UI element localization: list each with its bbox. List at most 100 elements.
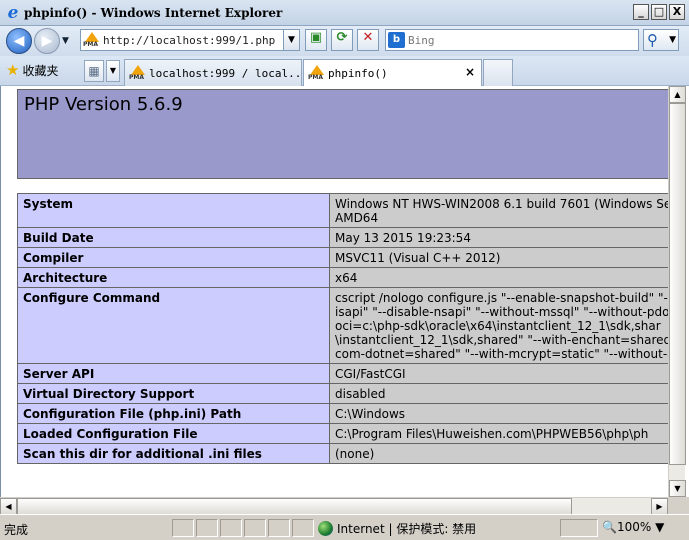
refresh-button[interactable]: ⟳ xyxy=(331,29,353,51)
close-tab-icon[interactable]: × xyxy=(465,65,475,79)
window-title: phpinfo() - Windows Internet Explorer xyxy=(24,6,283,20)
info-value-line: disabled xyxy=(335,387,386,401)
zoom-value: 100% xyxy=(616,520,652,534)
info-row: Server API CGI/FastCGI xyxy=(17,363,677,384)
info-value-line: isapi" "--disable-nsapi" "--without-mssq… xyxy=(335,305,677,319)
bing-logo-icon: b xyxy=(388,32,405,48)
zoom-level[interactable]: 🔍100% ▼ xyxy=(602,520,664,534)
globe-icon xyxy=(318,521,333,536)
page-viewport: PHP Version 5.6.9 System Windows NT HWS-W… xyxy=(0,86,689,514)
tab-localhost[interactable]: PMA localhost:999 / local... xyxy=(124,59,308,86)
maximize-button[interactable]: □ xyxy=(651,4,667,20)
php-version-heading: PHP Version 5.6.9 xyxy=(24,94,183,115)
info-key: Compiler xyxy=(17,247,330,268)
info-value-line: cscript /nologo configure.js "--enable-s… xyxy=(335,291,677,305)
scroll-down-button[interactable]: ▼ xyxy=(669,480,686,497)
info-value-line: C:\Windows xyxy=(335,407,406,421)
status-segment xyxy=(268,519,290,537)
compatibility-view-button[interactable]: ▣ xyxy=(305,29,327,51)
new-tab-button[interactable] xyxy=(483,59,513,86)
search-options-icon[interactable]: ▼ xyxy=(669,30,676,50)
scroll-up-button[interactable]: ▲ xyxy=(669,86,686,103)
navigation-bar: ◀ ▶ ▼ PMA http://localhost:999/1.php ▼ ▣… xyxy=(0,26,689,56)
ie-logo-icon: e xyxy=(7,3,19,23)
info-row: Compiler MSVC11 (Visual C++ 2012) xyxy=(17,247,677,268)
forward-button[interactable]: ▶ xyxy=(34,28,60,54)
close-window-button[interactable]: X xyxy=(669,4,685,20)
quick-tabs-button[interactable]: ▦ xyxy=(84,60,104,82)
phpmyadmin-favicon-icon: PMA xyxy=(129,65,147,81)
info-row: Loaded Configuration File C:\Program File… xyxy=(17,423,677,444)
status-bar: 完成 Internet | 保护模式: 禁用 🔍100% ▼ xyxy=(0,514,689,540)
zone-label: Internet | 保护模式: 禁用 xyxy=(337,522,477,536)
search-input[interactable]: Bing xyxy=(408,34,435,47)
status-segment xyxy=(172,519,194,537)
tab-label: phpinfo() xyxy=(328,67,388,80)
address-dropdown-icon[interactable]: ▼ xyxy=(283,30,299,50)
info-key: Configuration File (php.ini) Path xyxy=(17,403,330,424)
tab-bar: ★ 收藏夹 ▦ ▼ PMA localhost:999 / local... P… xyxy=(0,56,689,86)
info-value: Windows NT HWS-WIN2008 6.1 build 7601 (W… xyxy=(329,193,677,228)
minimize-button[interactable]: _ xyxy=(633,4,649,20)
info-value-line: May 13 2015 19:23:54 xyxy=(335,231,471,245)
info-value-line: com-dotnet=shared" "--with-mcrypt=static… xyxy=(335,347,677,361)
info-value-line: C:\Program Files\Huweishen.com\PHPWEB56\… xyxy=(335,427,649,441)
title-bar: e phpinfo() - Windows Internet Explorer … xyxy=(0,0,689,26)
back-button[interactable]: ◀ xyxy=(6,28,32,54)
info-key: System xyxy=(17,193,330,228)
protected-mode-button[interactable] xyxy=(560,519,598,537)
info-value: x64 xyxy=(329,267,677,288)
address-input[interactable]: http://localhost:999/1.php xyxy=(103,34,275,47)
php-info-table: System Windows NT HWS-WIN2008 6.1 build 7… xyxy=(17,193,677,464)
info-value: C:\Windows xyxy=(329,403,677,424)
info-key: Build Date xyxy=(17,227,330,248)
info-value-line: (none) xyxy=(335,447,375,461)
tab-list-dropdown-icon[interactable]: ▼ xyxy=(106,60,120,82)
horizontal-scrollbar[interactable]: ◀ ▶ xyxy=(0,497,668,515)
favorites-label: 收藏夹 xyxy=(22,63,59,78)
address-bar[interactable]: PMA http://localhost:999/1.php ▼ xyxy=(80,29,300,51)
status-segment xyxy=(292,519,314,537)
tab-phpinfo[interactable]: PMA phpinfo() × xyxy=(303,59,482,86)
phpmyadmin-favicon-icon: PMA xyxy=(83,32,101,48)
info-key: Server API xyxy=(17,363,330,384)
info-value: cscript /nologo configure.js "--enable-s… xyxy=(329,287,677,364)
info-value-line: AMD64 xyxy=(335,211,379,225)
scrollbar-corner xyxy=(668,497,689,514)
info-row: Build Date May 13 2015 19:23:54 xyxy=(17,227,677,248)
tab-label: localhost:999 / local... xyxy=(149,67,308,80)
horizontal-scroll-thumb[interactable] xyxy=(17,498,572,515)
info-value-line: oci=c:\php-sdk\oracle\x64\instantclient_… xyxy=(335,319,661,333)
php-header-banner: PHP Version 5.6.9 xyxy=(17,89,677,179)
search-box[interactable]: b Bing xyxy=(385,29,639,51)
stop-button[interactable]: ✕ xyxy=(357,29,379,51)
favorites-button[interactable]: ★ 收藏夹 xyxy=(6,61,58,79)
info-value: (none) xyxy=(329,443,677,464)
info-value: CGI/FastCGI xyxy=(329,363,677,384)
info-row: Virtual Directory Support disabled xyxy=(17,383,677,404)
status-segment xyxy=(220,519,242,537)
search-icon: ⚲ xyxy=(647,31,658,49)
info-value: C:\Program Files\Huweishen.com\PHPWEB56\… xyxy=(329,423,677,444)
search-button[interactable]: ⚲ ▼ xyxy=(643,29,679,51)
info-key: Loaded Configuration File xyxy=(17,423,330,444)
security-zone[interactable]: Internet | 保护模式: 禁用 xyxy=(318,520,476,537)
info-value-line: MSVC11 (Visual C++ 2012) xyxy=(335,251,501,265)
info-key: Scan this dir for additional .ini files xyxy=(17,443,330,464)
info-value: MSVC11 (Visual C++ 2012) xyxy=(329,247,677,268)
info-row: System Windows NT HWS-WIN2008 6.1 build 7… xyxy=(17,193,677,228)
window-controls: _ □ X xyxy=(633,4,685,20)
scroll-right-button[interactable]: ▶ xyxy=(651,498,668,515)
vertical-scrollbar[interactable]: ▲ ▼ xyxy=(668,86,686,497)
status-text: 完成 xyxy=(4,523,29,537)
history-dropdown-icon[interactable]: ▼ xyxy=(62,36,69,46)
info-row: Configuration File (php.ini) Path C:\Wind… xyxy=(17,403,677,424)
info-key: Architecture xyxy=(17,267,330,288)
scroll-left-button[interactable]: ◀ xyxy=(0,498,17,515)
star-icon: ★ xyxy=(6,61,20,79)
vertical-scroll-thumb[interactable] xyxy=(669,103,686,465)
info-value-line: CGI/FastCGI xyxy=(335,367,406,381)
phpmyadmin-favicon-icon: PMA xyxy=(308,65,326,81)
info-value: May 13 2015 19:23:54 xyxy=(329,227,677,248)
info-row: Architecture x64 xyxy=(17,267,677,288)
